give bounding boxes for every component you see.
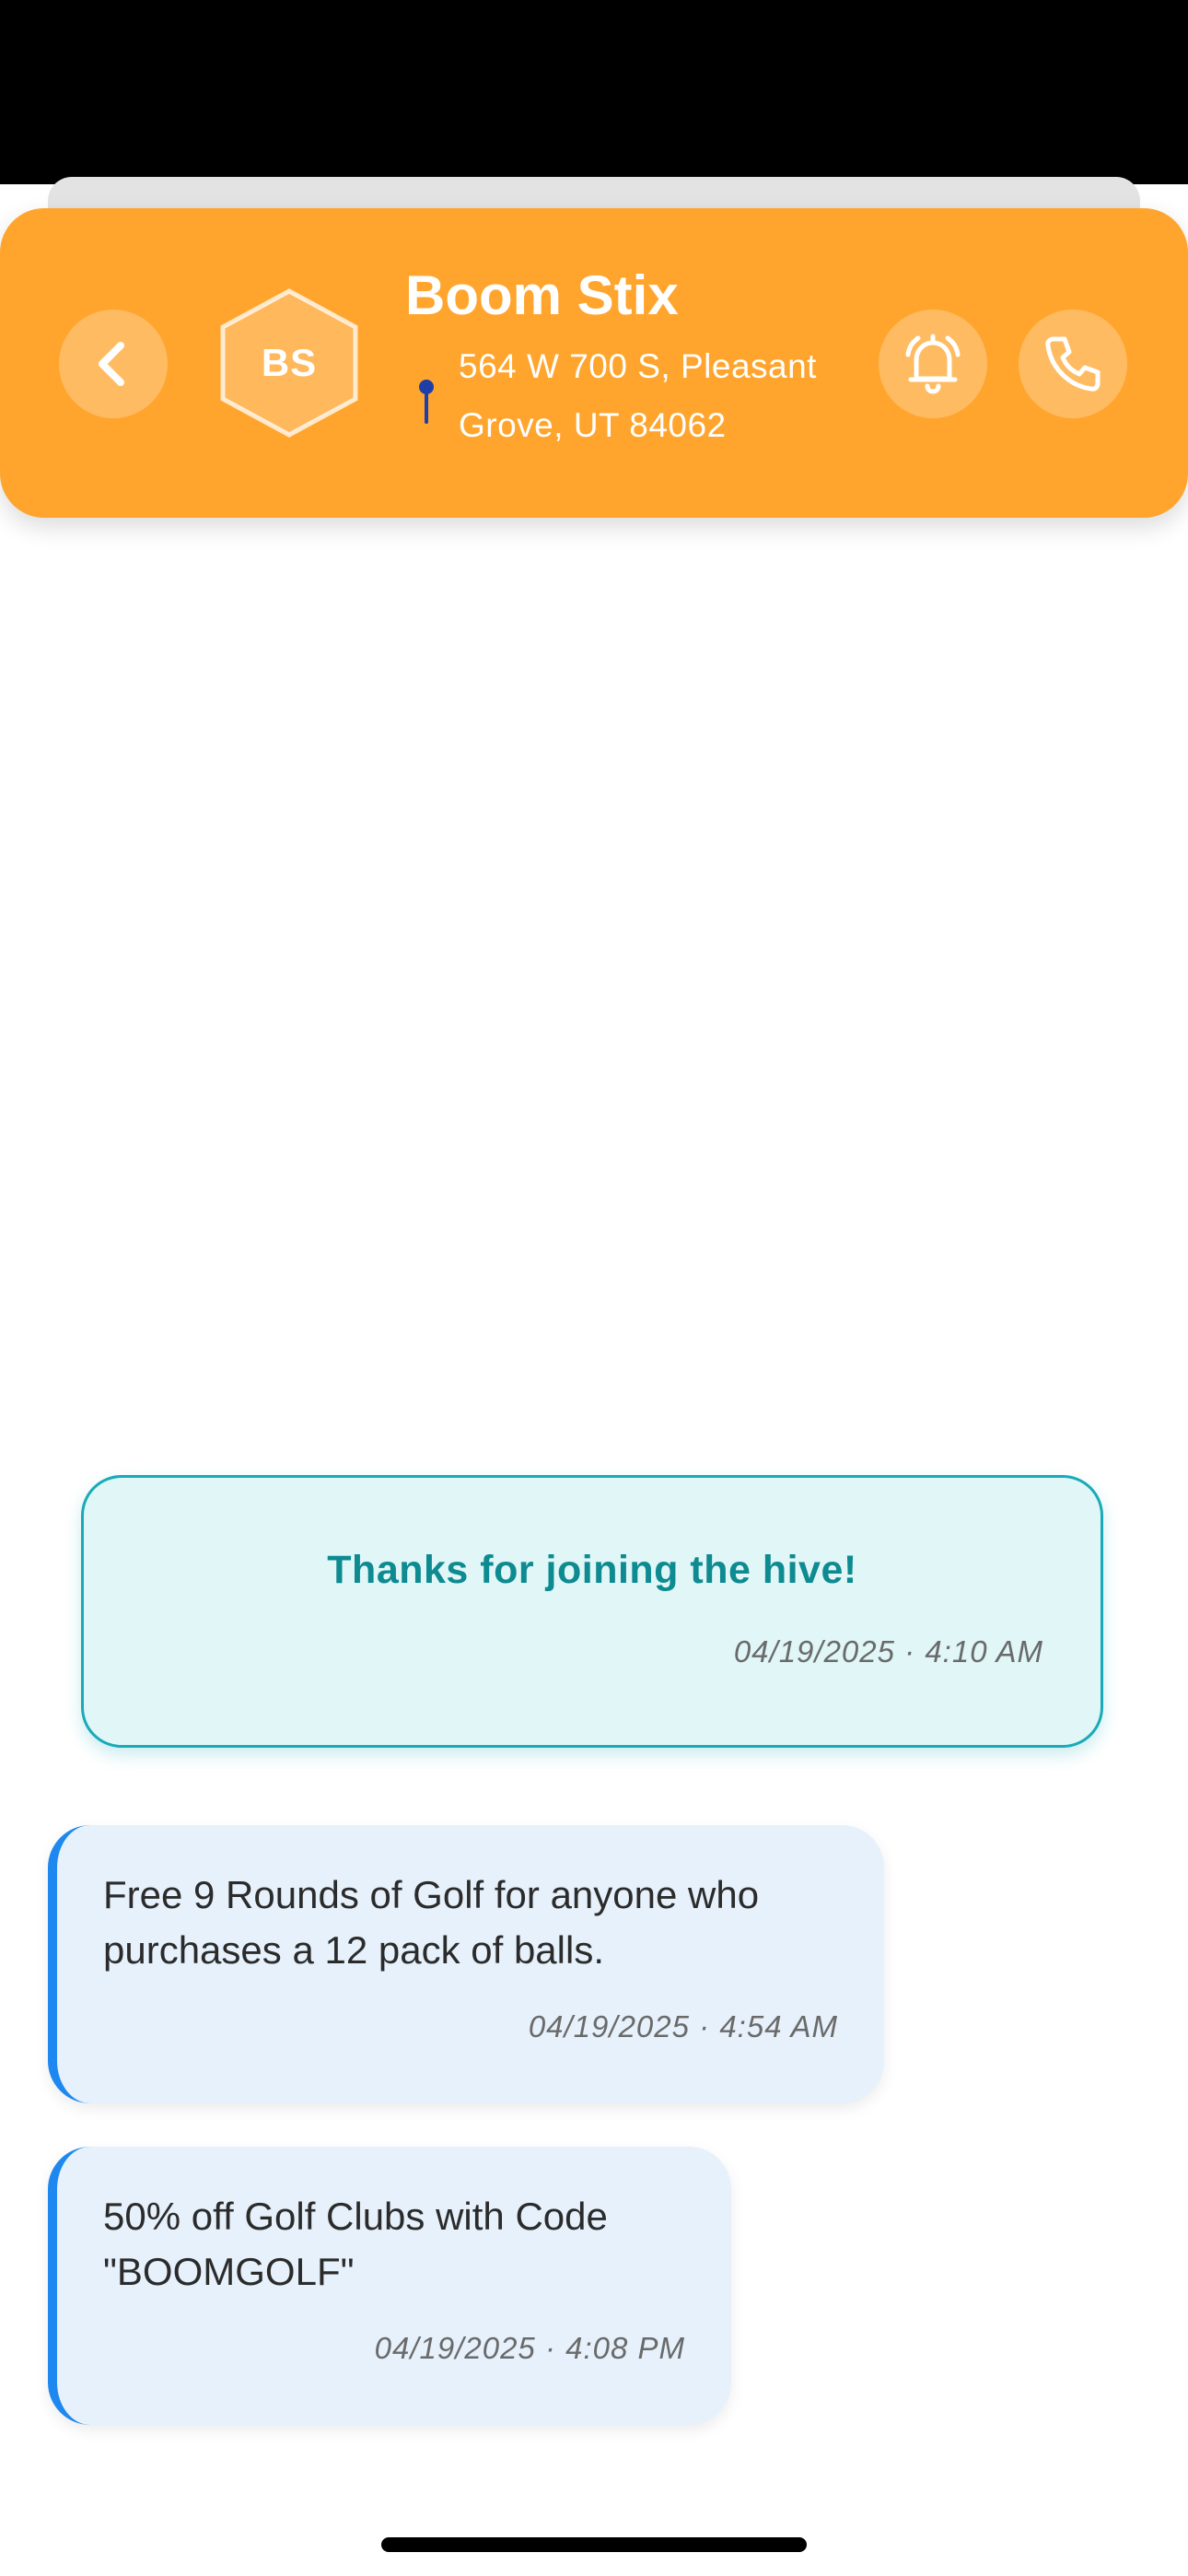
address-line-2: Grove, UT 84062 [459, 406, 727, 444]
business-header: BS Boom Stix 564 W 700 S, Pleasant Grove… [0, 208, 1188, 518]
business-name: Boom Stix [405, 264, 679, 326]
call-button[interactable] [1019, 310, 1127, 418]
welcome-text: Thanks for joining the hive! [327, 1548, 857, 1592]
notifications-button[interactable] [879, 310, 987, 418]
bell-icon [905, 334, 961, 394]
business-avatar: BS [217, 287, 361, 439]
message-text: Free 9 Rounds of Golf for anyone who pur… [103, 1868, 759, 1978]
welcome-timestamp: 04/19/2025 · 4:10 AM [733, 1634, 1043, 1669]
home-indicator[interactable] [381, 2537, 807, 2552]
status-bar [0, 0, 1188, 184]
message-card[interactable]: Free 9 Rounds of Golf for anyone who pur… [48, 1825, 884, 2103]
message-timestamp: 04/19/2025 · 4:08 PM [374, 2331, 685, 2365]
back-button[interactable] [59, 310, 168, 418]
map-pin-icon [419, 380, 434, 424]
message-timestamp: 04/19/2025 · 4:54 AM [528, 2009, 838, 2043]
welcome-message-card: Thanks for joining the hive! 04/19/2025 … [81, 1475, 1103, 1748]
message-line: purchases a 12 pack of balls. [103, 1928, 604, 1972]
message-card[interactable]: 50% off Golf Clubs with Code "BOOMGOLF" … [48, 2147, 731, 2425]
avatar-initials: BS [261, 341, 318, 384]
message-text: 50% off Golf Clubs with Code "BOOMGOLF" [103, 2189, 608, 2300]
message-line: Free 9 Rounds of Golf for anyone who [103, 1873, 760, 1916]
address-line-1: 564 W 700 S, Pleasant [459, 347, 817, 385]
message-line: 50% off Golf Clubs with Code [103, 2195, 608, 2238]
phone-icon [1045, 336, 1101, 392]
message-line: "BOOMGOLF" [103, 2250, 355, 2293]
chevron-left-icon [99, 342, 124, 386]
business-address[interactable]: 564 W 700 S, Pleasant Grove, UT 84062 [459, 337, 873, 455]
